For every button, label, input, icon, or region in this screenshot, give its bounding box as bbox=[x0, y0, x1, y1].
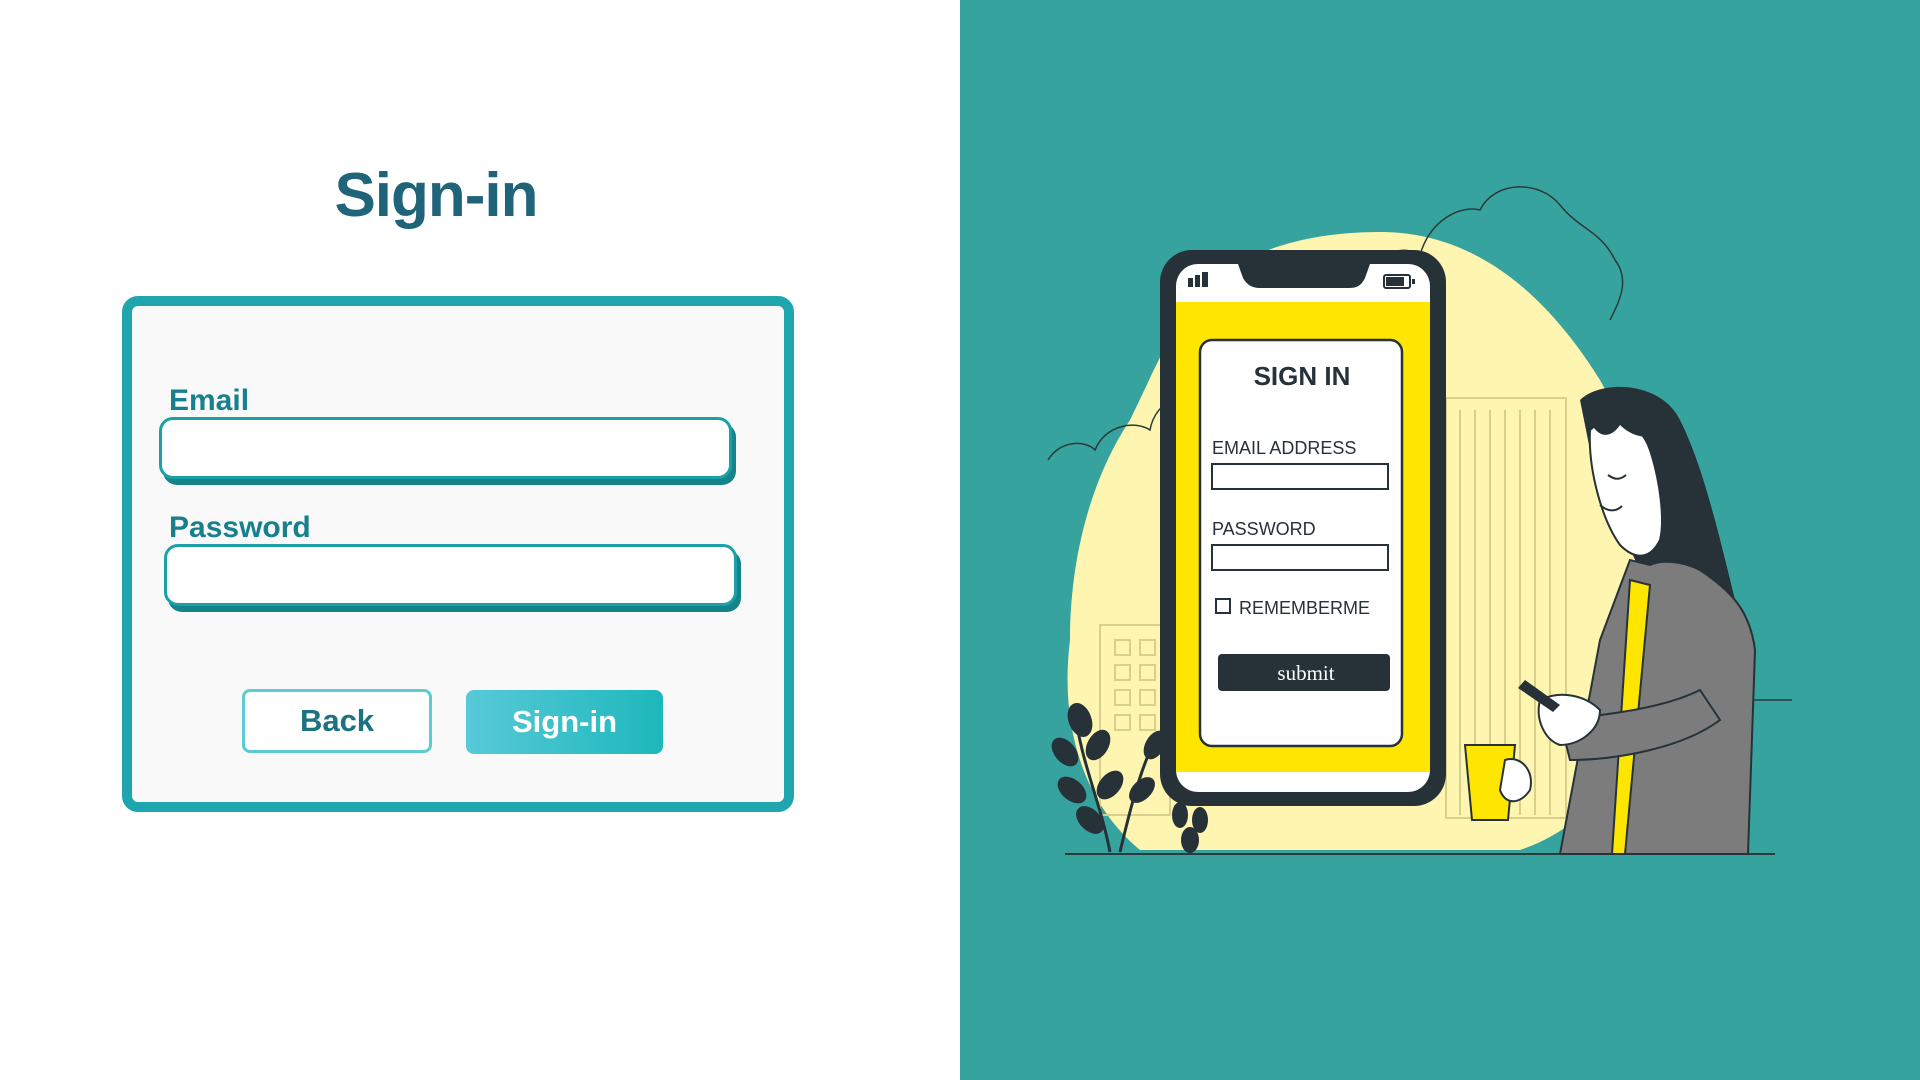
phone-email-label: EMAIL ADDRESS bbox=[1212, 438, 1356, 458]
email-label: Email bbox=[169, 384, 250, 417]
page-title: Sign-in bbox=[334, 161, 538, 230]
email-input[interactable] bbox=[159, 417, 732, 479]
illustration-panel: SIGN IN EMAIL ADDRESS PASSWORD REMEMBERM… bbox=[960, 0, 1920, 1080]
phone-checkbox bbox=[1215, 598, 1231, 614]
phone-submit-label: submit bbox=[1277, 661, 1334, 685]
signin-form-card: Email Password Back Sign-in bbox=[122, 296, 794, 812]
signin-panel: Sign-in Email Password Back Sign-in bbox=[0, 0, 960, 1080]
back-button[interactable]: Back bbox=[242, 689, 432, 753]
phone-title: SIGN IN bbox=[1254, 361, 1351, 391]
phone: SIGN IN EMAIL ADDRESS PASSWORD REMEMBERM… bbox=[1160, 250, 1446, 806]
phone-remember-label: REMEMBERME bbox=[1239, 598, 1370, 618]
password-label: Password bbox=[169, 511, 311, 544]
password-input[interactable] bbox=[164, 544, 737, 606]
phone-password-label: PASSWORD bbox=[1212, 519, 1316, 539]
signin-illustration: SIGN IN EMAIL ADDRESS PASSWORD REMEMBERM… bbox=[1047, 186, 1792, 855]
signin-button[interactable]: Sign-in bbox=[466, 690, 663, 754]
